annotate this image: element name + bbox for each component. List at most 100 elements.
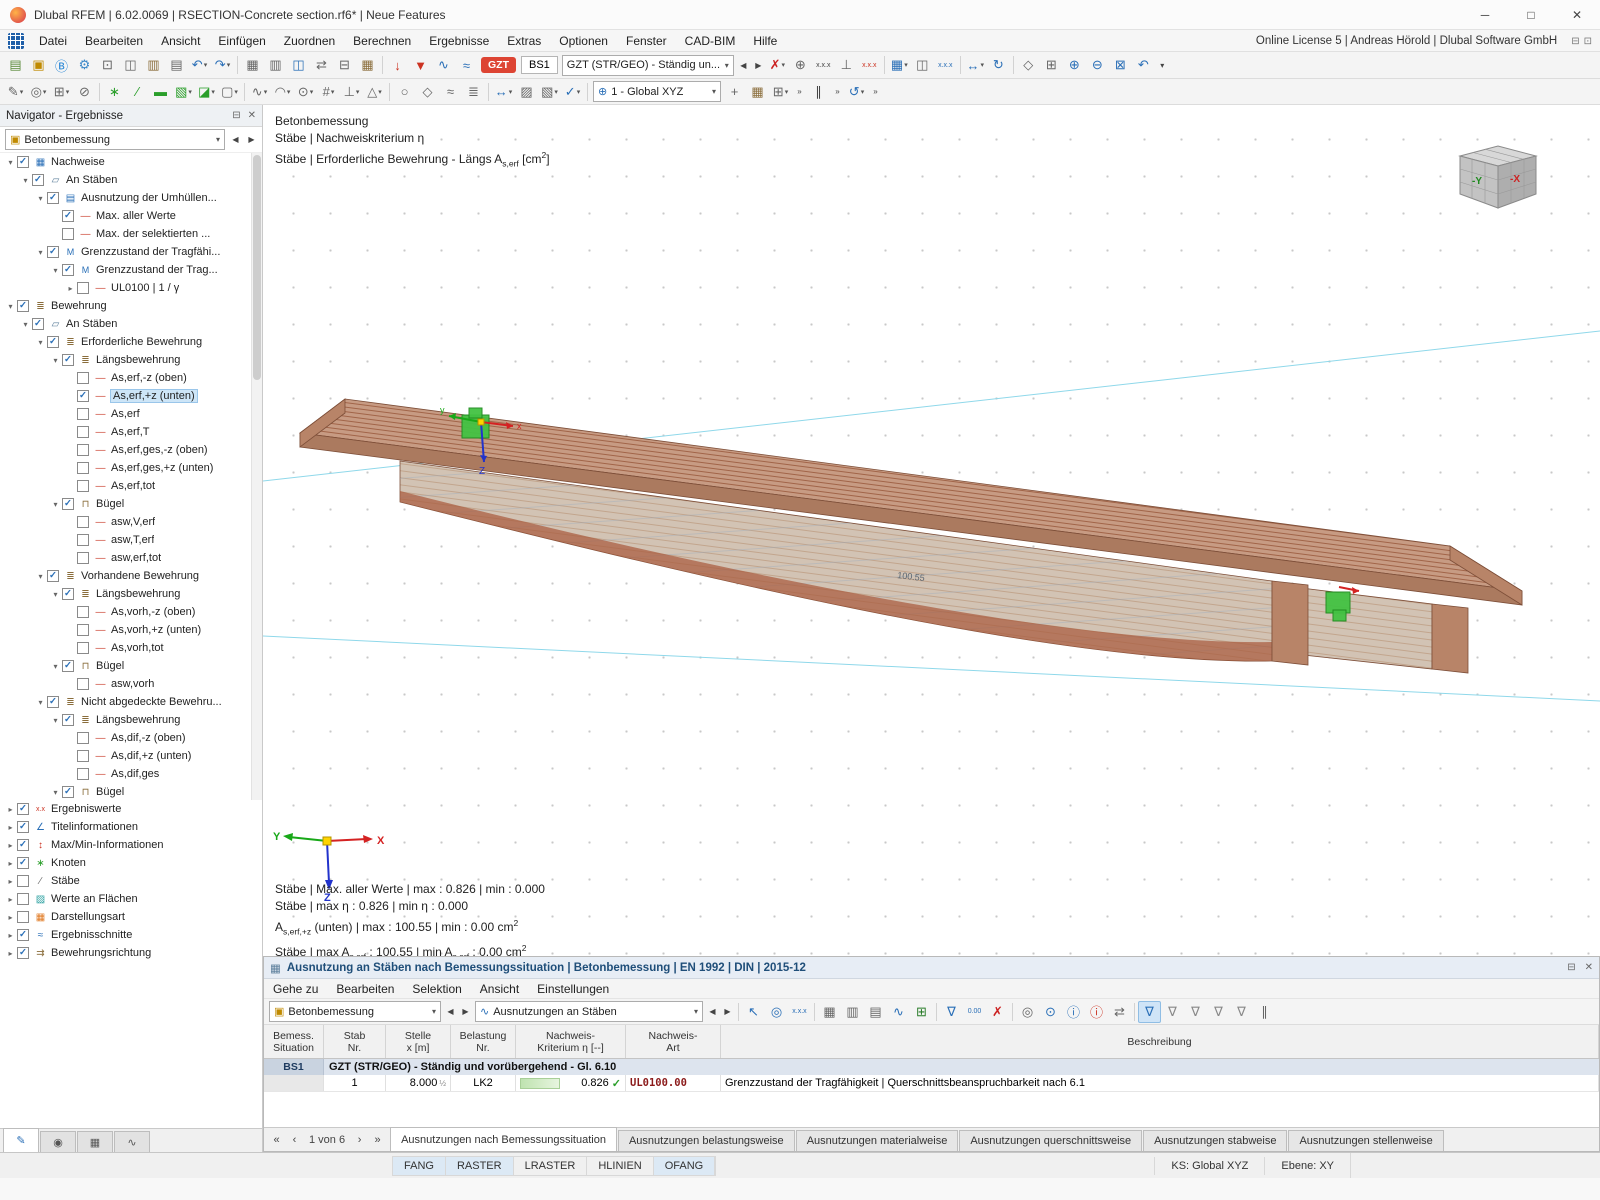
table-menu-selektion[interactable]: Selektion — [403, 979, 470, 998]
checkbox[interactable] — [77, 462, 89, 474]
cube-face-minus-y[interactable]: -Y — [1472, 176, 1482, 187]
column-header[interactable]: BelastungNr. — [451, 1025, 516, 1058]
previous-loadcase-button[interactable]: ◀ — [736, 55, 751, 76]
support-reactions-icon[interactable]: ⊥ — [835, 54, 858, 76]
chevron-right-icon[interactable]: ▸ — [64, 284, 77, 293]
delete-results-icon[interactable]: ✗▾ — [766, 54, 789, 76]
next-table-button[interactable]: ▶ — [720, 1001, 735, 1022]
navigation-cube[interactable]: -Y -X — [1448, 136, 1548, 220]
column-header[interactable]: Bemess.Situation — [264, 1025, 324, 1058]
tree-item[interactable]: ▾✓≣Vorhandene Bewehrung — [0, 567, 262, 585]
clipping-planes-icon[interactable]: ▨ — [515, 81, 538, 103]
arc-tools-icon[interactable]: ◠▾ — [271, 81, 294, 103]
display-properties-icon[interactable]: ▦▾ — [888, 54, 911, 76]
tree-item[interactable]: ▾✓▱An Stäben — [0, 315, 262, 333]
tree-item[interactable]: ✓—Max. aller Werte — [0, 207, 262, 225]
stairs-tool-icon[interactable]: ≣ — [462, 81, 485, 103]
chevron-down-icon[interactable]: ▾ — [19, 176, 32, 185]
tree-item[interactable]: ▾✓MGrenzzustand der Tragfähi... — [0, 243, 262, 261]
tree-item[interactable]: ✓—As,erf,+z (unten) — [0, 387, 262, 405]
checkbox[interactable]: ✓ — [47, 696, 59, 708]
coordinate-system-status[interactable]: KS: Global XYZ — [1154, 1157, 1264, 1175]
table-print-icon[interactable]: ⊟ — [333, 54, 356, 76]
edit-mode-icon[interactable]: ✎▾ — [4, 81, 27, 103]
checkbox[interactable]: ✓ — [17, 947, 29, 959]
checkbox[interactable]: ✓ — [32, 318, 44, 330]
chevron-down-icon[interactable]: ▾ — [49, 590, 62, 599]
checkbox[interactable]: ✓ — [17, 839, 29, 851]
dock-toolbar-icon[interactable]: ⊟ — [1571, 36, 1579, 47]
table-tab-6[interactable]: Ausnutzungen stellenweise — [1288, 1130, 1443, 1151]
tree-item[interactable]: —As,vorh,tot — [0, 639, 262, 657]
checkbox[interactable]: ✓ — [62, 588, 74, 600]
maximize-button[interactable]: □ — [1508, 0, 1554, 29]
cube-face-minus-x[interactable]: -X — [1510, 174, 1520, 185]
checkbox[interactable]: ✓ — [77, 390, 89, 402]
chevron-right-icon[interactable]: ▸ — [4, 877, 17, 886]
rotate-3d-icon[interactable]: ↻ — [987, 54, 1010, 76]
work-plane-icon[interactable]: ▦ — [746, 81, 769, 103]
tree-item[interactable]: —asw,vorh — [0, 675, 262, 693]
menu-ergebnisse[interactable]: Ergebnisse — [420, 30, 498, 51]
load-cases-icon[interactable]: ↓ — [386, 54, 409, 76]
printout-report-icon[interactable]: ▥ — [142, 54, 165, 76]
print-icon[interactable]: ⊡ — [96, 54, 119, 76]
tree-item[interactable]: —As,dif,+z (unten) — [0, 747, 262, 765]
line-tools-icon[interactable]: ∿▾ — [248, 81, 271, 103]
visibility-modes-icon[interactable]: ▧▾ — [538, 81, 561, 103]
checkbox[interactable]: ✓ — [17, 857, 29, 869]
select-icon[interactable]: ◎▾ — [27, 81, 50, 103]
supports-icon[interactable]: △▾ — [363, 81, 386, 103]
new-line-icon[interactable]: ∕ — [126, 81, 149, 103]
tree-item[interactable]: ▾✓⊓Bügel — [0, 495, 262, 513]
checkbox[interactable] — [77, 678, 89, 690]
chevron-right-icon[interactable]: ▸ — [4, 805, 17, 814]
next-category-button[interactable]: ▶ — [458, 1001, 473, 1022]
toolbar2-overflow-3[interactable]: » — [868, 81, 883, 102]
new-model-icon[interactable]: ▤ — [4, 54, 27, 76]
dock-table-panel-icon[interactable]: ⊟ — [1567, 962, 1575, 973]
save-icon[interactable]: ◫ — [119, 54, 142, 76]
table-view-list-icon[interactable]: ▤ — [864, 1001, 887, 1023]
checkbox[interactable] — [77, 282, 89, 294]
checkbox[interactable] — [17, 875, 29, 887]
previous-view-icon[interactable]: ↶ — [1132, 54, 1155, 76]
checkbox[interactable]: ✓ — [62, 498, 74, 510]
tree-item[interactable]: —As,erf — [0, 405, 262, 423]
chevron-down-icon[interactable]: ▾ — [49, 662, 62, 671]
tree-item[interactable]: ▸—UL0100 | 1 / γ — [0, 279, 262, 297]
tree-item[interactable]: ▾✓≣Längsbewehrung — [0, 711, 262, 729]
view-rotate-icon[interactable]: ↺▾ — [845, 81, 868, 103]
checkbox[interactable]: ✓ — [47, 246, 59, 258]
tree-item[interactable]: ▸▦Darstellungsart — [0, 908, 262, 926]
loadcase-combo[interactable]: GZT (STR/GEO) - Ständig un...▾ — [562, 55, 734, 76]
work-plane-status[interactable]: Ebene: XY — [1264, 1157, 1350, 1175]
menu-bearbeiten[interactable]: Bearbeiten — [76, 30, 152, 51]
table-tab-3[interactable]: Ausnutzungen materialweise — [796, 1130, 959, 1151]
hinges-icon[interactable]: ○ — [393, 81, 416, 103]
snap-toggle-hlinien[interactable]: HLINIEN — [587, 1157, 653, 1175]
move-view-icon[interactable]: ↔▾ — [964, 54, 987, 76]
design-situation-badge[interactable]: GZT — [481, 57, 516, 73]
checkbox[interactable] — [77, 750, 89, 762]
table-view-compact-icon[interactable]: ▦ — [818, 1001, 841, 1023]
table-menu-gehezu[interactable]: Gehe zu — [264, 979, 327, 998]
checkbox[interactable]: ✓ — [47, 336, 59, 348]
table-menu-ansicht[interactable]: Ansicht — [471, 979, 528, 998]
result-category-combo[interactable]: ▣Betonbemessung▾ — [269, 1001, 441, 1022]
grid-settings-icon[interactable]: ⊞▾ — [769, 81, 792, 103]
visual-check-icon[interactable]: ✓▾ — [561, 81, 584, 103]
chevron-right-icon[interactable]: ▸ — [4, 913, 17, 922]
result-diagram-icon[interactable]: ∿ — [887, 1001, 910, 1023]
checkbox[interactable] — [77, 516, 89, 528]
show-values-icon[interactable]: x.x.x — [788, 1001, 811, 1023]
result-navigator-combo[interactable]: ▣ Betonbemessung ▾ — [5, 129, 225, 150]
navigator-tab-ansichten[interactable]: ▦ — [77, 1131, 113, 1152]
undo-icon[interactable]: ↶▾ — [188, 54, 211, 76]
chevron-right-icon[interactable]: ▸ — [4, 931, 17, 940]
tree-item[interactable]: ▸✓∠Titelinformationen — [0, 818, 262, 836]
swap-rows-icon[interactable]: ⇄ — [1108, 1001, 1131, 1023]
new-member-icon[interactable]: ▬ — [149, 81, 172, 103]
export-table-icon[interactable]: ⊞ — [910, 1001, 933, 1023]
guidelines-icon[interactable]: #▾ — [317, 81, 340, 103]
